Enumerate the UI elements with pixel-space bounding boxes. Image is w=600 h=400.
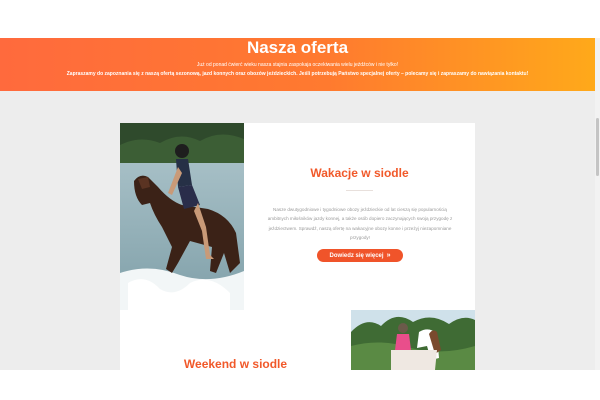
offer-card-list: Wakacje w siodle Nasze dwutygodniowe i t… <box>120 123 475 370</box>
offer-title: Weekend w siodle <box>183 357 288 370</box>
offer-hero-banner: Nasza oferta Już od ponad ćwierć wieku n… <box>0 38 595 91</box>
learn-more-label: Dowiedz się więcej <box>329 252 384 259</box>
learn-more-button[interactable]: Dowiedz się więcej » <box>317 249 403 262</box>
offer-photo-girl-horse <box>351 310 475 370</box>
offer-description: Nasze dwutygodniowe i tygodniowe obozy j… <box>267 206 453 241</box>
bottom-spacer <box>0 370 600 400</box>
top-spacer <box>0 0 600 38</box>
offer-photo-horse-lake <box>120 123 244 310</box>
title-divider <box>346 190 373 191</box>
offers-section: Wakacje w siodle Nasze dwutygodniowe i t… <box>0 91 595 370</box>
double-chevron-right-icon: » <box>386 252 391 259</box>
hero-intro-text: Już od ponad ćwierć wieku nasza stajnia … <box>196 62 399 68</box>
page-title: Nasza oferta <box>246 38 349 57</box>
offer-title: Wakacje w siodle <box>310 166 409 180</box>
scrollbar-thumb[interactable] <box>596 118 599 176</box>
vertical-scrollbar[interactable] <box>595 38 600 370</box>
hero-invite-text: Zapraszamy do zapoznania się z naszą ofe… <box>66 71 529 77</box>
